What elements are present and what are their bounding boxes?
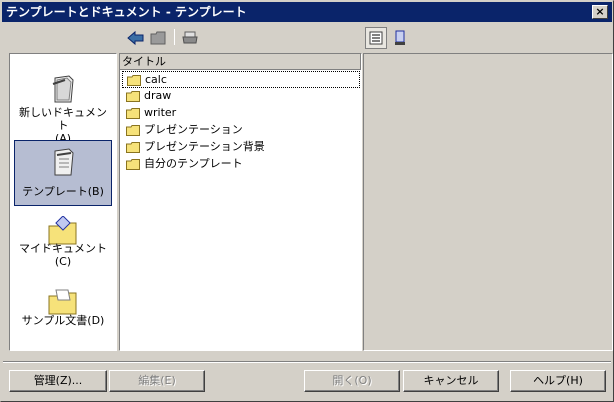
list-view-button[interactable]: [365, 27, 387, 49]
close-button[interactable]: ×: [592, 5, 608, 19]
category-mnemonic: (C): [54, 255, 72, 268]
preview-button[interactable]: [389, 27, 411, 49]
category-samples[interactable]: サンプル文書(D): [14, 280, 112, 346]
category-label: サンプル文書: [21, 314, 88, 327]
new-document-icon: [52, 75, 74, 103]
list-item-label: 自分のテンプレート: [144, 157, 243, 170]
button-divider: [3, 361, 611, 363]
folder-icon: [127, 75, 141, 86]
list-item[interactable]: draw: [122, 88, 360, 105]
print-button[interactable]: [179, 27, 201, 49]
category-mnemonic: (D): [87, 314, 105, 327]
category-my-documents[interactable]: マイドキュメント(C): [14, 210, 112, 276]
list-item-label: writer: [144, 106, 177, 119]
list-item[interactable]: calc: [122, 71, 360, 88]
preview-pane: [363, 53, 613, 351]
arrow-left-icon: [127, 30, 144, 46]
help-button[interactable]: ヘルプ(H): [510, 370, 606, 392]
title-bar: テンプレートとドキュメント - テンプレート ×: [2, 2, 612, 22]
category-templates[interactable]: テンプレート(B): [14, 140, 112, 206]
cancel-button[interactable]: キャンセル: [403, 370, 499, 392]
folder-icon: [126, 125, 140, 136]
sample-documents-icon: [48, 289, 77, 315]
toolbar-separator: [174, 29, 175, 45]
category-label: マイドキュメント: [19, 242, 107, 255]
manage-button[interactable]: 管理(Z)...: [9, 370, 107, 392]
category-panel: 新しいドキュメント (A) テンプレート(B) マイドキュメント(C) サンプル…: [9, 53, 117, 351]
list-item[interactable]: プレゼンテーション背景: [122, 139, 360, 156]
window-title: テンプレートとドキュメント - テンプレート: [6, 5, 247, 19]
category-label: 新しいドキュメント: [19, 106, 107, 132]
template-list: タイトル calc draw writer プレゼンテーション プレゼンテーショ…: [119, 53, 362, 351]
list-item-label: draw: [144, 89, 172, 102]
folder-icon: [126, 142, 140, 153]
list-item[interactable]: 自分のテンプレート: [122, 156, 360, 173]
folder-icon: [126, 108, 140, 119]
close-icon: ×: [595, 5, 605, 18]
folder-icon: [150, 31, 166, 45]
column-header-title[interactable]: タイトル: [120, 54, 361, 70]
category-mnemonic: (B): [87, 185, 104, 198]
templates-icon: [54, 148, 74, 176]
list-item[interactable]: プレゼンテーション: [122, 122, 360, 139]
category-label: テンプレート: [22, 185, 88, 198]
category-new-document[interactable]: 新しいドキュメント (A): [14, 68, 112, 145]
list-item-label: calc: [145, 73, 167, 86]
list-item[interactable]: writer: [122, 105, 360, 122]
templates-dialog: テンプレートとドキュメント - テンプレート × 新しいドキュメント (A) テ…: [0, 0, 614, 402]
folder-up-button[interactable]: [147, 27, 169, 49]
folder-icon: [126, 159, 140, 170]
printer-icon: [182, 31, 198, 44]
list-item-label: プレゼンテーション背景: [144, 140, 265, 153]
edit-button[interactable]: 編集(E): [109, 370, 205, 392]
toolbar: [1, 25, 613, 51]
list-view-icon: [369, 31, 383, 45]
back-button[interactable]: [125, 27, 147, 49]
list-item-label: プレゼンテーション: [144, 123, 243, 136]
open-button[interactable]: 開く(O): [304, 370, 400, 392]
document-preview-icon: [395, 30, 405, 45]
folder-icon: [126, 91, 140, 102]
